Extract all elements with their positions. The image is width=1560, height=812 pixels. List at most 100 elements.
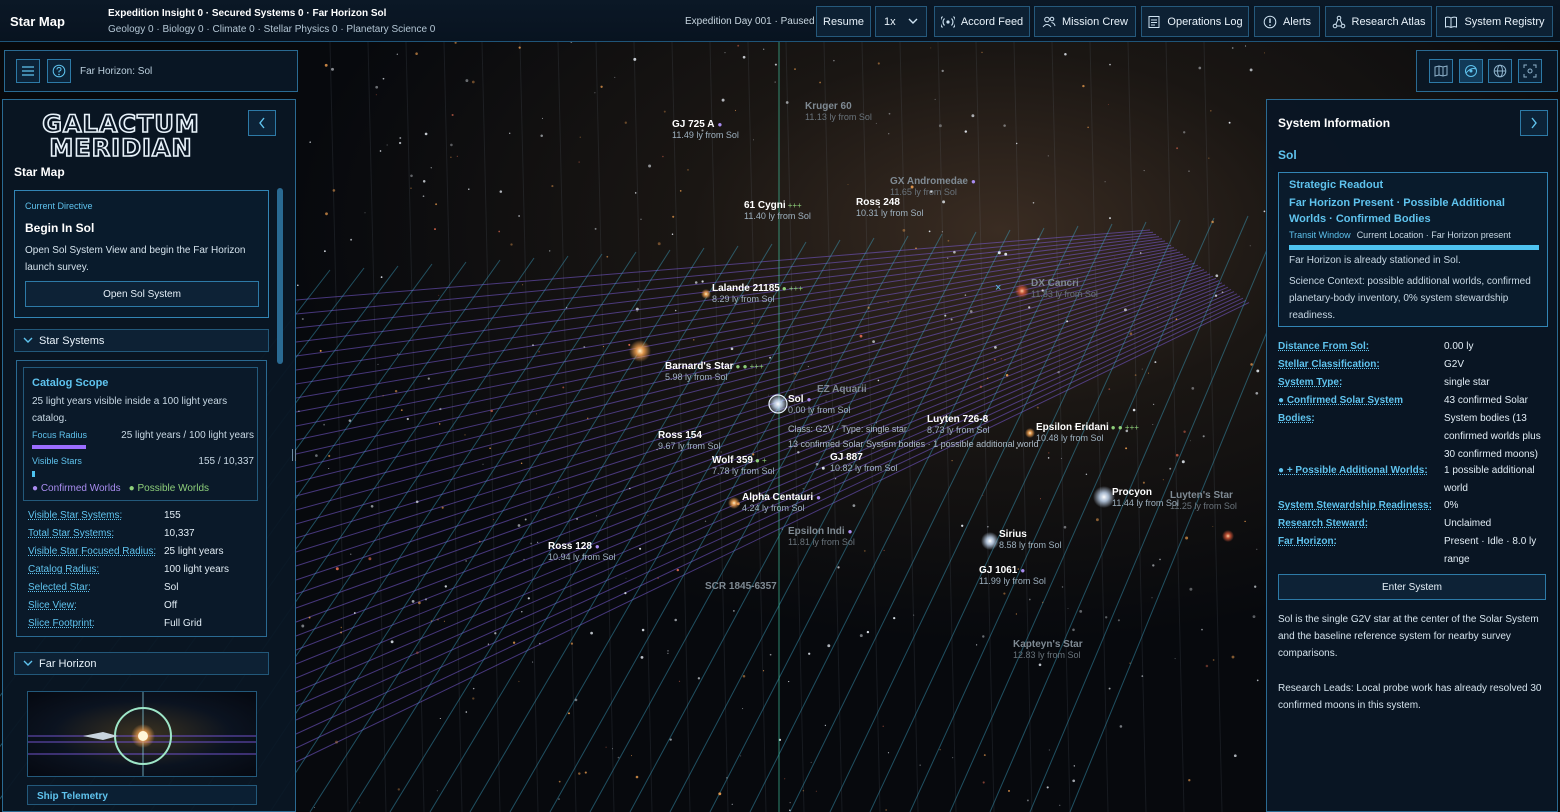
star-label[interactable]: Kapteyn's Star 12.83 ly from Sol	[1013, 638, 1083, 660]
collapse-left-panel-button[interactable]	[248, 110, 276, 136]
research-atlas-button[interactable]: Research Atlas	[1325, 6, 1432, 37]
chevron-down-icon	[23, 337, 33, 343]
stat-key[interactable]: Slice Footprint:	[28, 618, 164, 629]
detail-key[interactable]: System Stewardship Readiness:	[1278, 497, 1442, 515]
focus-view-button[interactable]	[1518, 59, 1542, 83]
stat-key[interactable]: Total Star Systems:	[28, 528, 164, 539]
background-star	[539, 642, 541, 645]
background-star	[693, 339, 695, 341]
background-star	[325, 212, 328, 216]
background-star	[657, 242, 661, 246]
star-label[interactable]: Wolf 359 ● +7.78 ly from Sol	[712, 454, 775, 476]
orbit-view-button[interactable]	[1459, 59, 1483, 83]
background-star	[370, 504, 374, 508]
star-glow-lalande[interactable]	[701, 289, 711, 299]
star-glow-red[interactable]	[1222, 530, 1234, 542]
detail-key[interactable]: Far Horizon:	[1278, 533, 1442, 551]
speed-select[interactable]: 1x	[875, 6, 927, 37]
background-star	[382, 77, 385, 80]
star-label[interactable]: GX Andromedae ● 11.65 ly from Sol	[890, 175, 976, 197]
background-star	[726, 777, 728, 779]
detail-key[interactable]: System Type:	[1278, 374, 1442, 392]
background-star	[872, 340, 875, 343]
background-star	[635, 307, 639, 311]
background-star	[1189, 587, 1193, 591]
star-label[interactable]: GJ 887 10.82 ly from Sol	[830, 451, 898, 473]
detail-key[interactable]: ● + Possible Additional Worlds:	[1278, 462, 1442, 480]
alerts-button[interactable]: Alerts	[1254, 6, 1320, 37]
star-label[interactable]: Kruger 60 11.13 ly from Sol	[805, 100, 872, 122]
accord-feed-button[interactable]: Accord Feed	[934, 6, 1030, 37]
operations-log-button[interactable]: Operations Log	[1141, 6, 1249, 37]
star-label[interactable]: Luyten's Star 11.25 ly from Sol	[1170, 489, 1237, 511]
background-star	[951, 459, 953, 462]
panel-scrollbar[interactable]	[277, 188, 283, 364]
star-glow-alpha-centauri[interactable]	[728, 497, 740, 509]
star-label[interactable]: Epsilon Indi ● 11.81 ly from Sol	[788, 525, 855, 547]
far-horizon-section-toggle[interactable]: Far Horizon	[14, 652, 269, 675]
map-view-button[interactable]	[1429, 59, 1453, 83]
open-sol-system-button[interactable]: Open Sol System	[25, 281, 259, 307]
speed-value: 1x	[884, 15, 896, 28]
stat-value: Off	[164, 600, 178, 611]
background-star	[983, 754, 986, 757]
background-star	[1233, 754, 1237, 758]
star-glow-sol[interactable]	[768, 394, 788, 414]
detail-key[interactable]: ● Confirmed Solar System Bodies:	[1278, 392, 1442, 428]
background-star	[827, 644, 831, 648]
star-label[interactable]: GJ 1061 ● 11.99 ly from Sol	[979, 564, 1046, 586]
background-star	[863, 549, 866, 552]
background-star	[1198, 66, 1202, 70]
grid-line	[519, 41, 539, 812]
readout-science-context: Science Context: possible additional wor…	[1289, 276, 1531, 321]
background-star	[1000, 358, 1002, 360]
stat-key[interactable]: Visible Star Focused Radius:	[28, 546, 164, 557]
star-label[interactable]: DX Cancri 11.83 ly from Sol	[1031, 277, 1098, 299]
star-label[interactable]: GJ 725 A ● 11.49 ly from Sol	[672, 118, 739, 140]
collapse-right-panel-button[interactable]	[1520, 110, 1548, 136]
mission-crew-button[interactable]: Mission Crew	[1034, 6, 1136, 37]
star-label[interactable]: Sirius 8.58 ly from Sol	[999, 528, 1062, 550]
star-systems-section-toggle[interactable]: Star Systems	[14, 329, 269, 352]
detail-key[interactable]: Research Steward:	[1278, 515, 1442, 533]
star-label[interactable]: Ross 154 9.67 ly from Sol	[658, 429, 721, 451]
grid-line	[671, 41, 691, 812]
star-label[interactable]: Alpha Centauri ● 4.24 ly from Sol	[742, 491, 821, 513]
stat-key[interactable]: Catalog Radius:	[28, 564, 164, 575]
star-label[interactable]: EZ Aquarii	[817, 383, 867, 395]
star-label[interactable]: Ross 128 ● 10.94 ly from Sol	[548, 540, 616, 562]
stat-row: Visible Star Focused Radius: 25 light yea…	[28, 546, 223, 557]
star-label[interactable]: 61 Cygni +++ 11.40 ly from Sol	[744, 199, 811, 221]
background-star	[888, 112, 891, 115]
background-star	[753, 139, 754, 141]
resume-button[interactable]: Resume	[816, 6, 871, 37]
star-glow-sirius[interactable]	[981, 532, 999, 550]
ship-telemetry-header[interactable]: Ship Telemetry	[27, 785, 257, 805]
star-label[interactable]: Epsilon Eridani ● ● +++ 10.48 ly from Sol	[1036, 421, 1139, 443]
star-glow-barnards[interactable]	[629, 340, 651, 362]
system-registry-button[interactable]: System Registry	[1436, 6, 1553, 37]
star-label[interactable]: Barnard's Star ● ● +++ 5.98 ly from Sol	[665, 360, 764, 382]
star-label[interactable]: Procyon 11.44 ly from Sol	[1112, 486, 1179, 508]
globe-view-button[interactable]	[1488, 59, 1512, 83]
star-label[interactable]: Lalande 21185 ● +++ 8.29 ly from Sol	[712, 282, 803, 304]
background-star	[1231, 47, 1234, 49]
stat-key[interactable]: Slice View:	[28, 600, 164, 611]
enter-system-button[interactable]: Enter System	[1278, 574, 1546, 600]
menu-button[interactable]	[16, 59, 40, 83]
star-label[interactable]: SCR 1845-6357	[705, 580, 777, 592]
visible-stars-label: Visible Stars	[32, 456, 82, 466]
background-star	[981, 51, 983, 54]
star-label[interactable]: Ross 248 10.31 ly from Sol	[856, 196, 924, 218]
detail-key[interactable]: Distance From Sol:	[1278, 338, 1442, 356]
stat-key[interactable]: Visible Star Systems:	[28, 510, 164, 521]
background-star	[518, 46, 521, 49]
background-star	[437, 619, 439, 621]
star-glow-dx-cancri[interactable]	[1015, 284, 1029, 298]
stat-key[interactable]: Selected Star:	[28, 582, 164, 593]
background-star	[947, 239, 950, 242]
help-button[interactable]	[47, 59, 71, 83]
detail-key[interactable]: Stellar Classification:	[1278, 356, 1442, 374]
panel-resize-handle[interactable]	[292, 449, 296, 461]
star-label-selected[interactable]: Sol ● 0.00 ly from Sol	[788, 393, 851, 415]
